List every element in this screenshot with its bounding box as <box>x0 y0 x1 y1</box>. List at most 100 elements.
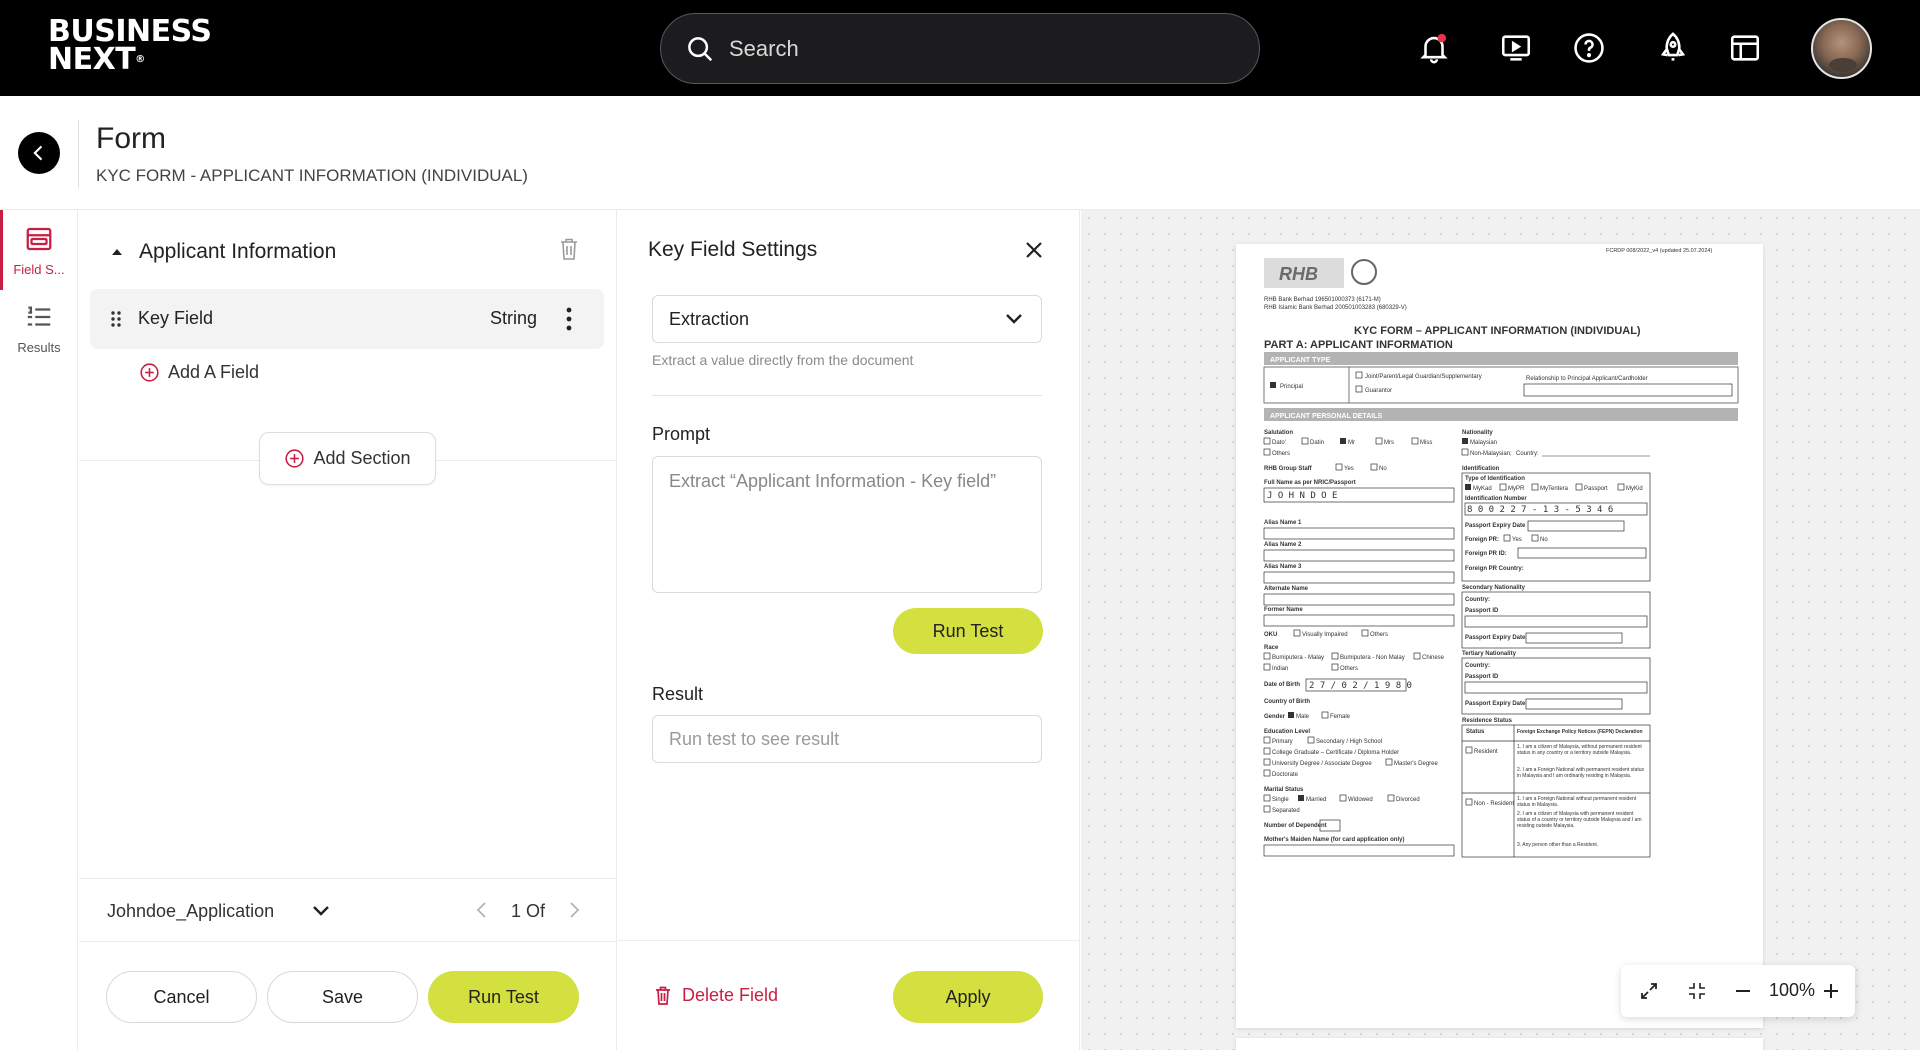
rail-item-label: Field S... <box>13 262 65 277</box>
doc-education: Education Level <box>1264 729 1310 735</box>
doc-alias-3: Alias Name 3 <box>1264 564 1302 570</box>
close-icon[interactable] <box>1022 238 1046 262</box>
doc-sal-others: Others <box>1272 451 1290 457</box>
help-button[interactable] <box>1569 28 1609 68</box>
doc-oku: OKU <box>1264 632 1277 638</box>
result-label: Result <box>652 684 704 704</box>
chevron-down-icon[interactable] <box>311 903 331 919</box>
doc-sal-2: Mr <box>1348 440 1355 446</box>
doc-sec-passport-id: Passport ID <box>1465 608 1499 614</box>
expand-icon[interactable] <box>1639 981 1659 1001</box>
global-search[interactable] <box>660 13 1260 84</box>
doc-gender: Gender <box>1264 714 1286 720</box>
doc-pr-yes: Yes <box>1512 537 1522 543</box>
doc-race-4: Others <box>1340 666 1358 672</box>
doc-bar-personal: APPLICANT PERSONAL DETAILS <box>1270 413 1382 420</box>
zoom-in-icon[interactable] <box>1821 981 1841 1001</box>
launch-button[interactable] <box>1653 28 1693 68</box>
prompt-textarea[interactable]: Extract “Applicant Information - Key fie… <box>652 456 1042 593</box>
doc-edu-4: Master's Degree <box>1394 761 1438 767</box>
fit-to-screen-icon[interactable] <box>1687 981 1707 1001</box>
doc-id-4: MyKid <box>1626 486 1643 492</box>
doc-pr-no: No <box>1540 537 1548 543</box>
doc-ter-passport-expiry: Passport Expiry Date <box>1465 701 1526 707</box>
rail-item-label: Results <box>17 340 61 355</box>
results-list-icon <box>27 306 51 326</box>
doc-marital-0: Single <box>1272 797 1289 803</box>
section-header[interactable]: Applicant Information <box>109 240 336 264</box>
doc-salutation: Salutation <box>1264 430 1293 436</box>
doc-edu-3: University Degree / Associate Degree <box>1272 761 1372 767</box>
run-test-footer-button[interactable]: Run Test <box>428 971 579 1023</box>
add-field-button[interactable]: Add A Field <box>139 362 259 383</box>
back-button[interactable] <box>18 132 60 174</box>
select-value: Extraction <box>669 308 750 329</box>
search-icon <box>688 36 713 61</box>
doc-fepn-non-3: 3. Any person other than a Resident. <box>1517 842 1599 848</box>
result-field[interactable] <box>652 715 1042 763</box>
layout-button[interactable] <box>1725 28 1765 68</box>
chevron-right-icon[interactable] <box>567 901 581 919</box>
doc-fepn-res-1: 1. I am a citizen of Malaysia, without p… <box>1517 744 1642 756</box>
doc-full-name-value: J O H N D O E <box>1267 491 1337 501</box>
rhb-logo-text: RHB <box>1279 264 1318 284</box>
doc-marital-3: Divorced <box>1396 797 1420 803</box>
doc-race-2: Chinese <box>1422 655 1445 661</box>
caret-up-icon[interactable] <box>109 244 125 260</box>
doc-dob-value: 2 7 / 0 2 / 1 9 8 0 <box>1309 681 1412 691</box>
doc-id-number-label: Identification Number <box>1465 496 1527 502</box>
business-next-logo[interactable]: BUSINESS NEXT® <box>48 17 212 75</box>
save-button[interactable]: Save <box>267 971 418 1023</box>
doc-sal-4: Miss <box>1420 440 1432 446</box>
page-subtitle: KYC FORM - APPLICANT INFORMATION (INDIVI… <box>96 166 528 185</box>
extraction-method-select[interactable]: Extraction <box>652 295 1042 343</box>
doc-ref: FCRDP 008/2022_v4 (updated 25.07.2024) <box>1606 248 1712 254</box>
drag-handle-icon[interactable] <box>108 309 124 329</box>
run-test-button[interactable]: Run Test <box>893 608 1043 654</box>
rail-item-field-structure[interactable]: Field S... <box>0 210 78 290</box>
doc-visually-impaired: Visually Impaired <box>1302 632 1348 638</box>
apply-button[interactable]: Apply <box>893 971 1043 1023</box>
doc-type-principal: Principal <box>1280 384 1303 390</box>
field-name: Key Field <box>138 308 214 328</box>
doc-fepn-res-2: 2. I am a Foreign National with permanen… <box>1517 767 1645 779</box>
doc-race-1: Bumiputera - Non Malay <box>1340 655 1405 661</box>
cancel-button[interactable]: Cancel <box>106 971 257 1023</box>
user-avatar[interactable] <box>1811 18 1872 79</box>
chevron-down-icon <box>1006 314 1022 324</box>
doc-alias-2: Alias Name 2 <box>1264 542 1302 548</box>
chevron-left-icon <box>33 145 43 161</box>
doc-foreign-pr-id: Foreign PR ID: <box>1465 551 1507 557</box>
doc-sec-passport-expiry: Passport Expiry Date <box>1465 635 1526 641</box>
doc-bank-line-2: RHB Islamic Bank Berhad 200501003283 (68… <box>1264 305 1407 311</box>
doc-type-relationship: Relationship to Principal Applicant/Card… <box>1526 376 1648 382</box>
field-structure-panel: Applicant Information Key Field String A… <box>79 210 617 1050</box>
doc-group-staff: RHB Group Staff <box>1264 466 1313 472</box>
doc-sal-0: Dato' <box>1272 440 1286 446</box>
doc-former-name: Former Name <box>1264 607 1303 613</box>
doc-alias-1: Alias Name 1 <box>1264 520 1302 526</box>
doc-edu-2: College Graduate – Certificate / Diploma… <box>1272 750 1399 756</box>
doc-marital-2: Widowed <box>1348 797 1373 803</box>
doc-secondary-nat: Secondary Nationality <box>1462 585 1526 591</box>
chevron-left-icon[interactable] <box>475 901 489 919</box>
field-row[interactable]: Key Field String <box>90 289 604 349</box>
notifications-button[interactable] <box>1414 28 1454 68</box>
document-viewer[interactable]: FCRDP 008/2022_v4 (updated 25.07.2024) R… <box>1081 210 1920 1050</box>
doc-non-resident: Non - Resident <box>1474 801 1514 807</box>
rail-item-results[interactable]: Results <box>0 302 78 355</box>
presentation-button[interactable] <box>1496 28 1536 68</box>
doc-country-birth: Country of Birth <box>1264 699 1310 705</box>
doc-id-number-value: 8 0 0 2 2 7 - 1 3 - 5 3 4 6 <box>1467 505 1613 515</box>
doc-id-3: Passport <box>1584 486 1608 492</box>
doc-malaysian: Malaysian <box>1470 440 1497 446</box>
zoom-out-icon[interactable] <box>1733 981 1753 1001</box>
doc-ter-passport-id: Passport ID <box>1465 674 1499 680</box>
delete-section-icon[interactable] <box>557 236 581 262</box>
document-name[interactable]: Johndoe_Application <box>107 901 274 922</box>
delete-field-button[interactable]: Delete Field <box>654 985 778 1006</box>
search-input[interactable] <box>729 35 1209 62</box>
add-section-button[interactable]: Add Section <box>259 432 436 485</box>
delete-field-label: Delete Field <box>682 985 779 1005</box>
more-options-icon[interactable] <box>564 306 574 332</box>
